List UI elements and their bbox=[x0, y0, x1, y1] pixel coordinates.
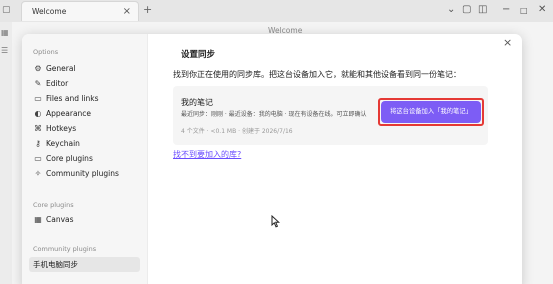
core-plugins-heading: Core plugins bbox=[33, 201, 74, 209]
sidebar-item-general[interactable]: ⚙ General bbox=[29, 62, 140, 77]
sidebar-item-editor[interactable]: ✎ Editor bbox=[29, 77, 140, 92]
vault-stats: 4 个文件 · <0.1 MB · 创建于 2026/7/16 bbox=[181, 128, 293, 135]
sidebar-item-label: Keychain bbox=[46, 139, 80, 148]
sidebar-right-icon[interactable]: ◫ bbox=[478, 4, 487, 15]
sidebar-item-label: Appearance bbox=[46, 109, 92, 118]
add-device-button[interactable]: 将这台设备加入「我的笔记」 bbox=[381, 101, 481, 123]
key-icon: ⚷ bbox=[35, 139, 41, 148]
canvas-icon: ▦ bbox=[34, 215, 42, 224]
settings-icon: ⚙ bbox=[34, 64, 42, 73]
sidebar-toggle-icon[interactable]: ▢ bbox=[2, 6, 11, 15]
sidebar-item-label: Editor bbox=[46, 79, 69, 88]
community-plugins-heading: Community plugins bbox=[33, 245, 97, 253]
sidebar-item-label: Canvas bbox=[46, 215, 74, 224]
left-ribbon: ▦ ☰ bbox=[0, 22, 12, 284]
sync-description: 找到你正在使用的同步库。把这台设备加入它，就能和其他设备看到同一份笔记： bbox=[173, 70, 461, 79]
tab-welcome[interactable]: Welcome × bbox=[21, 1, 139, 21]
options-heading: Options bbox=[33, 48, 59, 56]
sidebar-item-canvas[interactable]: ▦ Canvas bbox=[29, 213, 140, 228]
mouse-cursor-icon bbox=[271, 215, 280, 228]
page-title: 设置同步 bbox=[181, 50, 216, 60]
sidebar-item-label: 手机电脑同步 bbox=[33, 260, 78, 269]
sidebar-item-label: Community plugins bbox=[46, 169, 119, 178]
plug-icon: ▭ bbox=[34, 154, 42, 163]
sidebar-item-files-and-links[interactable]: ▭ Files and links bbox=[29, 92, 140, 107]
sidebar-item-keychain[interactable]: ⚷ Keychain bbox=[29, 137, 140, 152]
sidebar-item-label: General bbox=[46, 64, 76, 73]
settings-modal: Options ⚙ General ✎ Editor ▭ Files and l… bbox=[22, 34, 522, 284]
command-icon: ⌘ bbox=[34, 124, 42, 133]
sidebar-item-hotkeys[interactable]: ⌘ Hotkeys bbox=[29, 122, 140, 137]
sidebar-item-community-plugins[interactable]: ✧ Community plugins bbox=[29, 167, 140, 182]
sidebar-item-label: Files and links bbox=[46, 94, 99, 103]
new-tab-icon[interactable]: + bbox=[143, 4, 152, 15]
palette-icon: ◐ bbox=[34, 109, 42, 118]
tab-label: Welcome bbox=[32, 7, 67, 16]
vault-not-found-link[interactable]: 找不到要加入的库? bbox=[173, 149, 241, 160]
vault-name: 我的笔记 bbox=[181, 98, 213, 107]
close-icon[interactable]: × bbox=[503, 36, 512, 49]
tab-close-icon[interactable]: × bbox=[123, 6, 131, 17]
puzzle-icon: ✧ bbox=[34, 169, 42, 178]
minimize-icon[interactable]: − bbox=[502, 4, 510, 15]
list-icon[interactable]: ☰ bbox=[1, 46, 8, 55]
settings-sidebar: Options ⚙ General ✎ Editor ▭ Files and l… bbox=[22, 34, 148, 284]
sidebar-item-label: Core plugins bbox=[46, 154, 93, 163]
title-bar: ▢ Welcome × + ⌄ ▢ ◫ − □ ✕ bbox=[0, 0, 553, 22]
layout-icon[interactable]: ▢ bbox=[462, 4, 471, 15]
vault-meta: 最近同步：刚刚 · 最近设备：我的电脑 · 现在有设备在线。可立即确认 bbox=[181, 111, 367, 118]
close-window-icon[interactable]: ✕ bbox=[538, 4, 546, 15]
sidebar-item-appearance[interactable]: ◐ Appearance bbox=[29, 107, 140, 122]
sidebar-item-phone-pc-sync[interactable]: 手机电脑同步 bbox=[29, 257, 140, 272]
chevron-down-icon[interactable]: ⌄ bbox=[447, 4, 455, 15]
pencil-icon: ✎ bbox=[34, 79, 42, 88]
sidebar-item-core-plugins[interactable]: ▭ Core plugins bbox=[29, 152, 140, 167]
maximize-icon[interactable]: □ bbox=[520, 6, 528, 15]
sidebar-item-label: Hotkeys bbox=[46, 124, 77, 133]
folder-icon: ▭ bbox=[34, 94, 42, 103]
grid-icon[interactable]: ▦ bbox=[1, 28, 9, 37]
